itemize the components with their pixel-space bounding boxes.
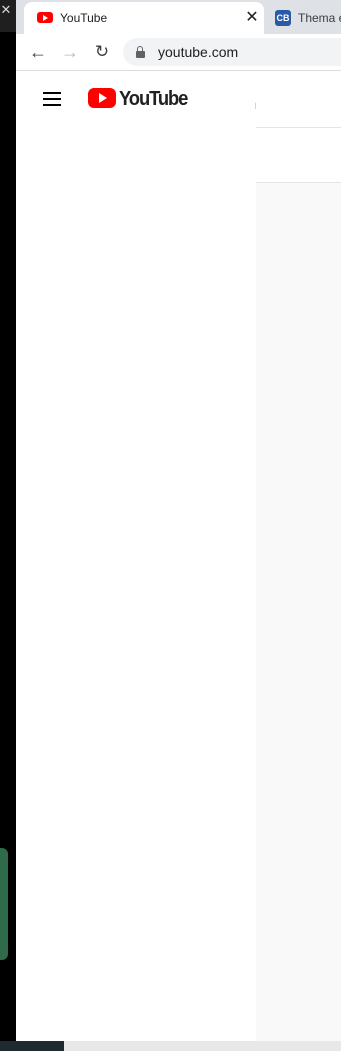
youtube-page: YouTube DE xyxy=(16,71,341,1041)
tab-title: YouTube xyxy=(60,11,108,25)
hamburger-menu-icon[interactable] xyxy=(40,87,64,111)
youtube-masthead xyxy=(256,71,341,127)
background-window-close-icon[interactable]: ✕ xyxy=(0,3,12,17)
tab-title: Thema e xyxy=(298,11,341,25)
forward-arrow-icon[interactable]: → xyxy=(56,38,84,66)
youtube-chip-bar xyxy=(256,127,341,183)
browser-toolbar: ← → ↻ youtube.com xyxy=(16,34,341,71)
taskbar xyxy=(0,1041,64,1051)
back-arrow-icon[interactable]: ← xyxy=(24,38,52,66)
cb-favicon-icon: CB xyxy=(275,10,291,26)
tab-strip: YouTube ✕ CB Thema e xyxy=(16,0,341,34)
background-window: ✕ xyxy=(0,0,16,1051)
tab-youtube[interactable]: YouTube ✕ xyxy=(24,2,264,34)
youtube-guide-sidebar: YouTube DE xyxy=(16,71,268,1041)
background-window-titlebar: ✕ xyxy=(0,0,16,32)
tab-close-icon[interactable]: ✕ xyxy=(242,8,262,28)
background-window-green-panel xyxy=(0,848,8,960)
youtube-favicon-icon xyxy=(37,12,53,23)
youtube-logo[interactable]: YouTube DE xyxy=(88,87,268,111)
taskbar-background xyxy=(64,1041,341,1051)
screen: ✕ YouTube ✕ CB Thema e ← → ↻ youtube.com… xyxy=(0,0,341,1051)
youtube-logo-text: YouTube xyxy=(119,88,188,110)
lock-icon[interactable] xyxy=(136,46,145,58)
tab-thema[interactable]: CB Thema e xyxy=(266,2,341,34)
address-bar[interactable]: youtube.com xyxy=(123,38,341,66)
youtube-play-icon xyxy=(88,88,116,108)
address-bar-url[interactable]: youtube.com xyxy=(158,44,238,60)
browser-window: YouTube ✕ CB Thema e ← → ↻ youtube.com Y… xyxy=(16,0,341,1041)
reload-icon[interactable]: ↻ xyxy=(88,38,116,66)
